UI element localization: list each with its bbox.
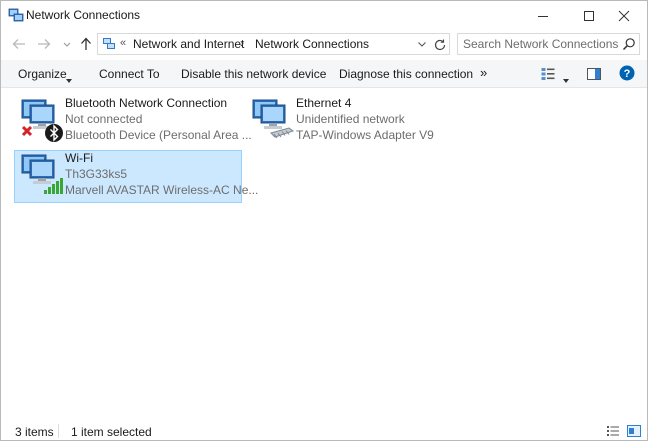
search-icon[interactable] <box>622 37 636 51</box>
connection-status: Not connected <box>65 112 143 126</box>
connection-status: Th3G33ks5 <box>65 167 128 181</box>
svg-text:?: ? <box>624 68 631 80</box>
ethernet-network-icon <box>249 97 297 145</box>
search-placeholder: Search Network Connections <box>463 37 619 51</box>
refresh-icon[interactable] <box>432 37 448 53</box>
title-bar: Network Connections <box>1 1 647 30</box>
details-view-icon[interactable] <box>606 424 620 438</box>
connection-name: Wi-Fi <box>65 151 93 165</box>
connection-name: Bluetooth Network Connection <box>65 96 228 110</box>
wifi-network-icon <box>18 152 66 200</box>
organize-button[interactable]: Organize <box>18 67 67 81</box>
status-bar: 3 items 1 item selected <box>1 419 647 441</box>
forward-button[interactable] <box>34 34 54 54</box>
connection-name: Ethernet 4 <box>296 96 352 110</box>
selection-count: 1 item selected <box>71 425 152 439</box>
connection-item-wifi[interactable]: Wi-Fi Th3G33ks5 Marvell AVASTAR Wireless… <box>14 150 258 203</box>
address-row: « Network and Internet › Network Connect… <box>1 30 647 58</box>
disable-device-button[interactable]: Disable this network device <box>181 67 326 81</box>
network-connections-window: Network Connections « Network and Intern… <box>0 0 648 441</box>
command-bar: Organize Connect To Disable this network… <box>1 60 647 88</box>
up-arrow-icon <box>81 37 91 50</box>
bluetooth-network-icon <box>18 97 66 145</box>
control-panel-icon <box>102 37 116 51</box>
up-button[interactable] <box>76 34 96 54</box>
search-input[interactable]: Search Network Connections <box>457 33 640 55</box>
chevron-down-icon <box>63 42 71 47</box>
preview-pane-icon[interactable] <box>587 67 601 81</box>
breadcrumb-network-and-internet[interactable]: Network and Internet <box>133 37 244 51</box>
recent-locations-button[interactable] <box>61 34 73 54</box>
more-commands-button[interactable]: » <box>480 65 487 80</box>
connection-device: Bluetooth Device (Personal Area ... <box>65 128 252 142</box>
organize-dropdown-icon[interactable] <box>66 72 72 83</box>
address-bar[interactable]: « Network and Internet › Network Connect… <box>97 33 450 55</box>
tiles-view-icon[interactable] <box>627 424 641 438</box>
connection-item-ethernet[interactable]: Ethernet 4 Unidentified network TAP-Wind… <box>245 95 473 147</box>
connection-item-bluetooth[interactable]: Bluetooth Network Connection Not connect… <box>14 95 252 147</box>
diagnose-connection-button[interactable]: Diagnose this connection <box>339 67 473 81</box>
help-icon[interactable]: ? <box>619 65 635 81</box>
change-view-icon[interactable] <box>541 67 555 81</box>
address-overflow[interactable]: « <box>120 37 126 49</box>
close-button[interactable] <box>601 1 647 30</box>
address-dropdown-icon[interactable] <box>416 38 428 50</box>
connection-device: TAP-Windows Adapter V9 <box>296 128 434 142</box>
connection-device: Marvell AVASTAR Wireless-AC Ne... <box>65 183 259 197</box>
window-title: Network Connections <box>26 8 141 22</box>
forward-arrow-icon <box>38 39 51 49</box>
minimize-button[interactable] <box>520 1 566 30</box>
breadcrumb-separator[interactable]: › <box>240 36 244 50</box>
back-arrow-icon <box>12 39 25 49</box>
view-dropdown-icon[interactable] <box>563 72 569 83</box>
connect-to-button[interactable]: Connect To <box>99 67 160 81</box>
item-count: 3 items <box>15 425 54 439</box>
network-connections-icon <box>8 7 24 23</box>
status-divider <box>58 424 59 438</box>
back-button[interactable] <box>9 34 29 54</box>
connection-status: Unidentified network <box>296 112 405 126</box>
breadcrumb-network-connections[interactable]: Network Connections <box>255 37 369 51</box>
